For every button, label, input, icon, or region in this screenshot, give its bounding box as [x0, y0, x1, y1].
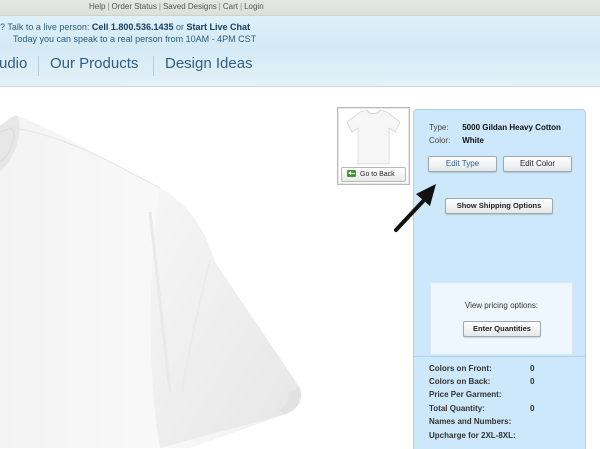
main-nav: udio Our Products Design Ideas	[0, 46, 600, 87]
show-shipping-options-button[interactable]: Show Shipping Options	[445, 198, 553, 214]
nav-item-design-ideas[interactable]: Design Ideas	[165, 55, 253, 72]
cart-link[interactable]: Cart	[223, 2, 238, 11]
login-link[interactable]: Login	[244, 2, 264, 11]
contact-or: or	[176, 22, 185, 32]
color-label: Color:	[429, 136, 451, 145]
type-label: Type:	[429, 123, 449, 132]
utility-bar: Help | Order Status | Saved Designs | Cart | Log…	[0, 0, 600, 16]
product-thumbnail[interactable]: Go to Back	[337, 107, 410, 185]
order-status-link[interactable]: Order Status	[112, 2, 157, 11]
shirt-front-thumbnail-icon	[346, 109, 401, 165]
names-and-numbers-label: Names and Numbers:	[429, 417, 512, 426]
colors-on-front-label: Colors on Front:	[429, 364, 492, 373]
panel-divider	[414, 356, 585, 357]
saved-designs-link[interactable]: Saved Designs	[163, 2, 217, 11]
nav-divider	[38, 56, 39, 76]
utility-links: Help | Order Status | Saved Designs | Cart | Log…	[89, 2, 264, 11]
product-info-panel: Type: 5000 Gildan Heavy Cotton Color: Wh…	[413, 109, 586, 449]
annotation-arrow-icon	[394, 184, 436, 232]
total-quantity-value: 0	[530, 404, 535, 413]
nav-item-our-products[interactable]: Our Products	[50, 55, 138, 72]
product-image	[0, 115, 302, 448]
colors-on-front-value: 0	[530, 364, 535, 373]
price-per-garment-label: Price Per Garment:	[429, 390, 502, 399]
contact-prefix: ? Talk to a live person:	[0, 22, 90, 32]
nav-item-studio[interactable]: udio	[0, 55, 27, 72]
phone-number[interactable]: Cell 1.800.536.1435	[92, 22, 174, 32]
help-link[interactable]: Help	[89, 2, 105, 11]
product-color-row: Color: White	[429, 136, 484, 145]
live-chat-link[interactable]: Start Live Chat	[187, 22, 251, 32]
nav-divider	[153, 56, 154, 76]
edit-color-button[interactable]: Edit Color	[503, 156, 572, 172]
enter-quantities-button[interactable]: Enter Quantities	[463, 321, 541, 337]
upcharge-label: Upcharge for 2XL-8XL:	[429, 431, 516, 440]
back-arrow-icon	[347, 170, 356, 177]
edit-type-button[interactable]: Edit Type	[428, 156, 497, 172]
contact-band: ? Talk to a live person: Cell 1.800.536.…	[0, 16, 600, 46]
colors-on-back-label: Colors on Back:	[429, 377, 491, 386]
contact-line: ? Talk to a live person: Cell 1.800.536.…	[0, 22, 250, 32]
pricing-options-box: View pricing options: Enter Quantities	[430, 282, 573, 355]
total-quantity-label: Total Quantity:	[429, 404, 485, 413]
contact-hours: Today you can speak to a real person fro…	[13, 34, 257, 44]
type-value: 5000 Gildan Heavy Cotton	[462, 123, 561, 132]
color-value: White	[462, 136, 485, 145]
pricing-options-label: View pricing options:	[464, 301, 539, 310]
product-type-row: Type: 5000 Gildan Heavy Cotton	[429, 123, 561, 132]
colors-on-back-value: 0	[530, 377, 535, 386]
